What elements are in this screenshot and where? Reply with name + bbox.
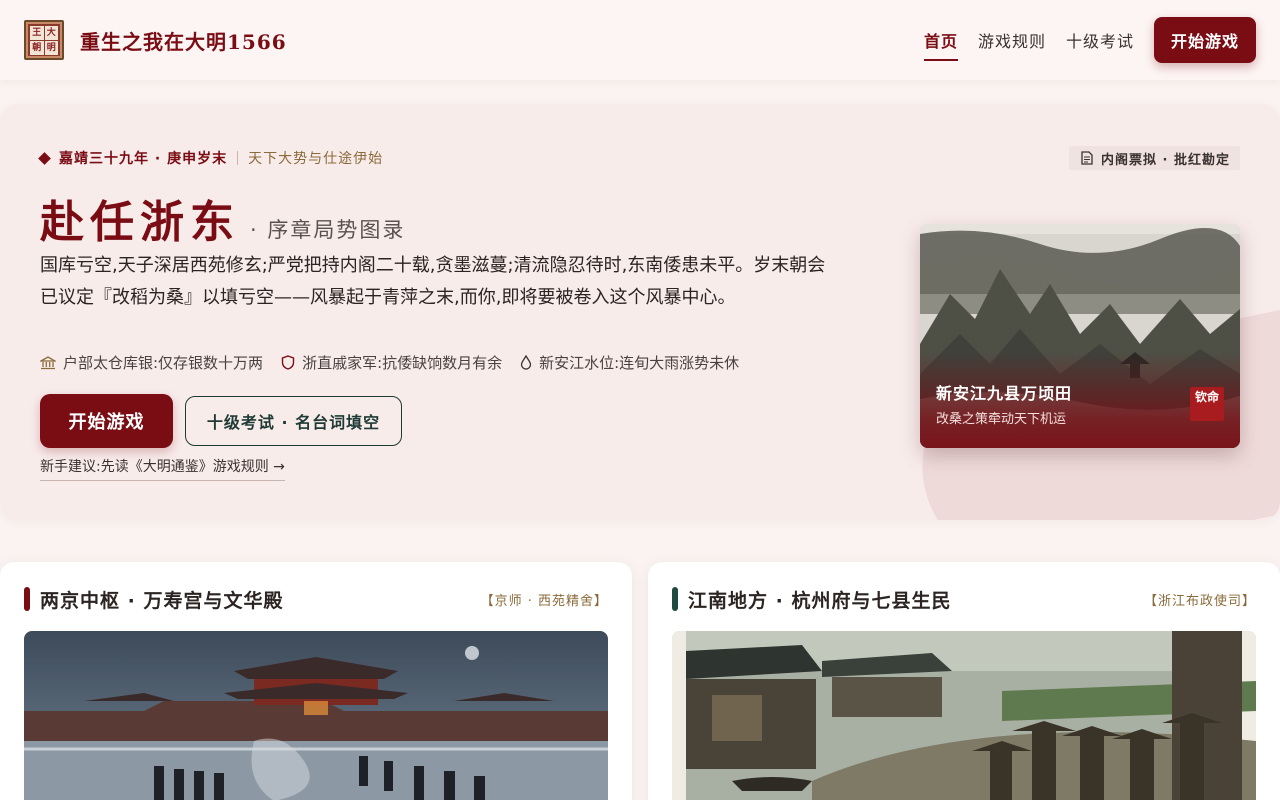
rules-tip-link[interactable]: 新手建议:先读《大明通鉴》游戏规则 → xyxy=(40,456,285,481)
nav-rules[interactable]: 游戏规则 xyxy=(968,0,1056,80)
hero-section: 嘉靖三十九年 · 庚申岁末 天下大势与仕途伊始 内阁票拟 · 批红勘定 赴任浙东… xyxy=(0,104,1280,520)
era-label: 嘉靖三十九年 · 庚申岁末 xyxy=(59,151,228,167)
accent-bar xyxy=(672,587,678,611)
panel-location-tag: 【浙江布政使司】 xyxy=(1143,593,1256,609)
hero-subtitle: · 序章局势图录 xyxy=(250,218,406,242)
stat-river: 新安江水位:连旬大雨涨势未休 xyxy=(520,352,739,373)
accent-bar xyxy=(24,587,30,611)
main-nav: 首页 游戏规则 十级考试 开始游戏 xyxy=(914,0,1256,80)
panel-header: 两京中枢 · 万寿宫与文华殿 【京师 · 西苑精舍】 xyxy=(24,586,608,612)
panel-title: 两京中枢 · 万寿宫与文华殿 xyxy=(40,589,284,612)
stat-treasury: 户部太仓库银:仅存银数十万两 xyxy=(40,352,263,373)
brand-logo[interactable]: 王 大 朝 明 xyxy=(24,20,64,60)
logo-char: 大 xyxy=(44,26,58,40)
start-game-nav-button[interactable]: 开始游戏 xyxy=(1153,17,1256,63)
start-game-button[interactable]: 开始游戏 xyxy=(40,394,173,448)
stat-text: 户部太仓库银:仅存银数十万两 xyxy=(63,354,264,372)
diamond-icon xyxy=(38,151,51,165)
stat-text: 新安江水位:连旬大雨涨势未休 xyxy=(539,354,740,372)
nav-exam[interactable]: 十级考试 xyxy=(1056,0,1144,80)
panel-location-tag: 【京师 · 西苑精舍】 xyxy=(480,593,608,609)
panel-title: 江南地方 · 杭州府与七县生民 xyxy=(688,589,952,612)
hero-description: 国库亏空,天子深居西苑修玄;严党把持内阁二十载,贪墨滋蔓;清流隐忍待时,东南倭患… xyxy=(40,255,826,308)
logo-char: 明 xyxy=(44,41,58,55)
hero-title-row: 赴任浙东 · 序章局势图录 xyxy=(40,186,405,250)
document-icon xyxy=(1081,151,1093,165)
palace-image xyxy=(24,631,608,800)
card-subtitle: 改桑之策牵动天下机运 xyxy=(936,412,1067,427)
shield-icon xyxy=(281,355,295,370)
era-subtitle: 天下大势与仕途伊始 xyxy=(248,151,384,167)
treasury-icon xyxy=(40,355,56,369)
jiangnan-section-card[interactable]: 江南地方 · 杭州府与七县生民 【浙江布政使司】 xyxy=(648,562,1280,800)
stat-text: 浙直戚家军:抗倭缺饷数月有余 xyxy=(302,354,503,372)
hero-title: 赴任浙东 xyxy=(40,197,240,248)
divider xyxy=(237,151,239,165)
seal-text: 钦命 xyxy=(1194,390,1219,404)
top-header: 王 大 朝 明 重生之我在大明1566 首页 游戏规则 十级考试 开始游戏 xyxy=(0,0,1280,80)
forbidden-city-illustration xyxy=(24,631,608,800)
flooded-village-illustration xyxy=(672,631,1256,800)
xinan-river-card[interactable]: 新安江九县万顷田 改桑之策牵动天下机运 钦命 xyxy=(920,224,1240,448)
exam-quote-button[interactable]: 十级考试 · 名台词填空 xyxy=(185,396,402,446)
panel-header: 江南地方 · 杭州府与七县生民 【浙江布政使司】 xyxy=(672,586,1256,612)
cabinet-draft-badge: 内阁票拟 · 批红勘定 xyxy=(1069,146,1240,170)
card-title: 新安江九县万顷田 xyxy=(936,384,1073,403)
imperial-seal-badge: 钦命 xyxy=(1190,387,1224,421)
capital-section-card[interactable]: 两京中枢 · 万寿宫与文华殿 【京师 · 西苑精舍】 xyxy=(0,562,632,800)
water-drop-icon xyxy=(520,355,532,370)
hangzhou-flood-image xyxy=(672,631,1256,800)
stat-army: 浙直戚家军:抗倭缺饷数月有余 xyxy=(281,352,502,373)
logo-char: 朝 xyxy=(30,41,44,55)
badge-label: 内阁票拟 · 批红勘定 xyxy=(1101,152,1230,168)
logo-char: 王 xyxy=(30,26,44,40)
status-list: 户部太仓库银:仅存银数十万两 浙直戚家军:抗倭缺饷数月有余 新安江水位:连旬大雨… xyxy=(40,352,739,373)
hero-eyebrow: 嘉靖三十九年 · 庚申岁末 天下大势与仕途伊始 xyxy=(38,148,384,168)
brand-name[interactable]: 重生之我在大明1566 xyxy=(80,26,287,55)
nav-home[interactable]: 首页 xyxy=(914,0,968,80)
